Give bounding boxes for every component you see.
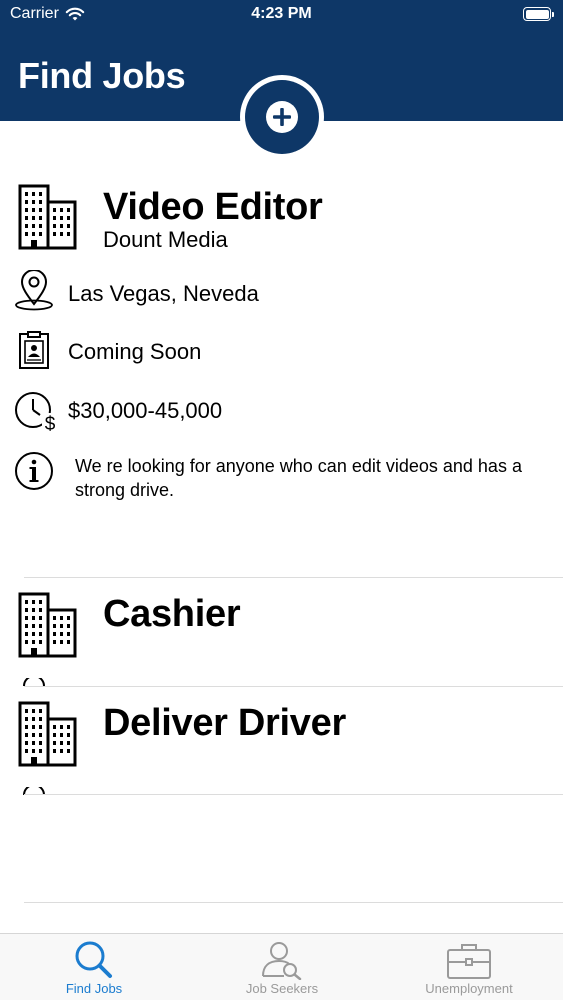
tab-find-jobs[interactable]: Find Jobs xyxy=(40,934,148,1000)
divider xyxy=(24,794,563,795)
divider xyxy=(24,902,563,903)
location-pin-icon xyxy=(23,678,45,686)
tab-job-seekers[interactable]: Job Seekers xyxy=(227,934,337,1000)
tab-bar: Find Jobs Job Seekers Unemployment xyxy=(0,933,563,1000)
badge-icon xyxy=(19,331,49,369)
status-bar: Carrier 4:23 PM xyxy=(0,0,563,30)
info-icon xyxy=(15,452,53,490)
job-status: Coming Soon xyxy=(68,339,202,364)
location-pin-icon xyxy=(15,270,53,311)
status-time: 4:23 PM xyxy=(251,5,312,22)
divider xyxy=(24,577,563,578)
tab-label: Find Jobs xyxy=(65,981,123,996)
job-title: Video Editor xyxy=(103,186,323,228)
battery-icon xyxy=(523,7,554,21)
job-title: Cashier xyxy=(103,593,241,635)
job-salary: $30,000-45,000 xyxy=(68,398,223,423)
plus-icon xyxy=(266,101,298,133)
job-location: Las Vegas, Neveda xyxy=(68,281,259,306)
tab-unemployment[interactable]: Unemployment xyxy=(410,934,528,1000)
building-icon xyxy=(18,701,77,767)
building-icon xyxy=(18,184,77,250)
tab-label: Job Seekers xyxy=(245,981,319,996)
building-icon xyxy=(18,592,77,658)
clock-dollar-icon: $ xyxy=(15,392,58,433)
job-title: Deliver Driver xyxy=(103,702,346,744)
divider xyxy=(24,686,563,687)
user-search-icon xyxy=(262,942,302,980)
svg-text:$: $ xyxy=(45,414,56,433)
search-icon xyxy=(75,941,112,978)
add-job-button[interactable] xyxy=(240,75,324,159)
job-description: We re looking for anyone who can edit vi… xyxy=(75,456,522,500)
briefcase-icon xyxy=(447,944,491,979)
job-company: Dount Media xyxy=(103,227,228,252)
page-title: Find Jobs xyxy=(18,55,186,96)
tab-label: Unemployment xyxy=(425,981,513,996)
